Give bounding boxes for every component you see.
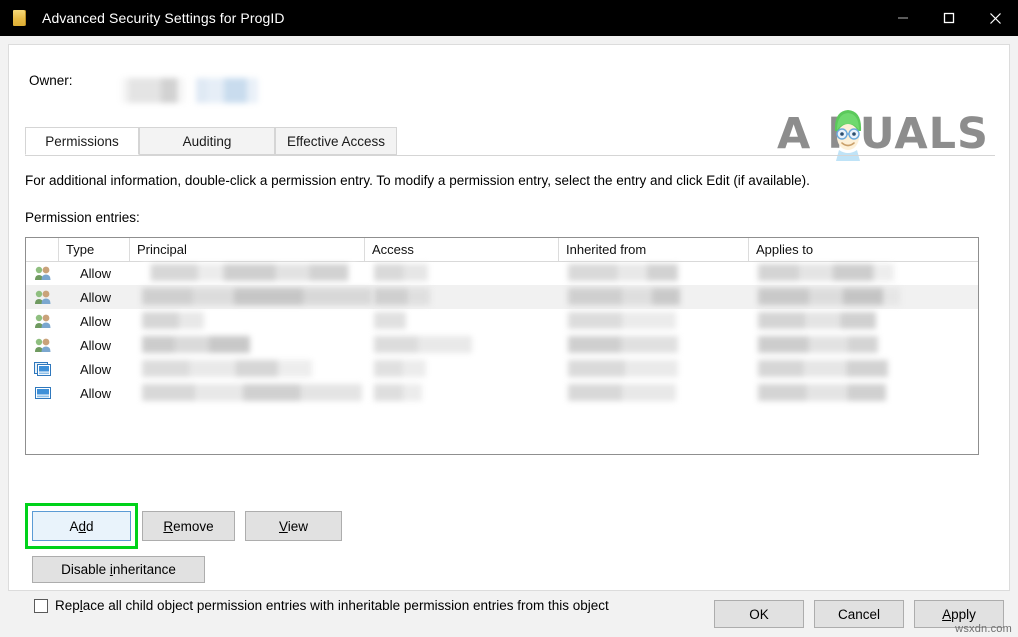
row-type-value: Allow [80,313,112,329]
row-access-redacted [374,360,426,377]
row-type-value: Allow [80,337,112,353]
row-applies-redacted [758,384,886,401]
row-inherited-redacted [568,312,676,329]
row-access-redacted [374,336,472,353]
owner-value-redacted [122,78,185,103]
replace-child-permissions-checkbox[interactable] [34,598,48,613]
row-access-redacted [374,312,406,329]
computer-stack-icon [34,362,51,376]
replace-child-permissions-row[interactable]: Replace all child object permission entr… [34,598,609,613]
computer-icon [35,387,51,399]
info-text: For additional information, double-click… [25,173,810,188]
tab-permissions-label: Permissions [45,133,119,149]
row-principal-redacted [142,288,372,305]
owner-label: Owner: [29,73,73,88]
table-row[interactable]: Allow [26,381,978,405]
row-applies-redacted [758,288,900,305]
advanced-security-dialog: Owner: A PUALS Permissions Auditing Effe… [8,44,1010,613]
row-type-value: Allow [80,385,112,401]
table-row[interactable]: Allow [26,285,978,309]
row-inherited-redacted [568,264,678,281]
close-icon[interactable] [972,0,1018,36]
users-group-icon [35,338,51,352]
permission-entries-table[interactable]: Type Principal Access Inherited from App… [25,237,979,455]
users-group-icon [35,266,51,280]
row-applies-redacted [758,336,878,353]
users-group-icon [35,314,51,328]
permission-entries-label: Permission entries: [25,210,140,225]
view-button-label: View [278,518,309,534]
remove-button[interactable]: Remove [142,511,235,541]
disable-inheritance-button[interactable]: Disable inheritance [32,556,205,583]
table-header-row: Type Principal Access Inherited from App… [26,238,978,262]
ok-button[interactable]: OK [714,600,804,628]
row-principal-redacted [142,360,312,377]
add-button-label: Add [69,518,94,534]
window-title: Advanced Security Settings for ProgID [42,10,285,26]
column-header-icon[interactable] [26,238,58,261]
table-row[interactable]: Allow [26,357,978,381]
minimize-icon[interactable] [880,0,926,36]
row-inherited-redacted [568,336,678,353]
tab-strip: Permissions Auditing Effective Access [25,127,995,156]
row-type-value: Allow [80,265,112,281]
users-group-icon [35,290,51,304]
column-header-applies-to[interactable]: Applies to [748,238,978,261]
site-watermark: wsxdn.com [955,623,1012,635]
row-type-value: Allow [80,289,112,305]
column-header-principal[interactable]: Principal [129,238,364,261]
table-row[interactable]: Allow [26,261,978,285]
row-applies-redacted [758,312,876,329]
row-access-redacted [374,384,422,401]
row-applies-redacted [758,360,888,377]
owner-change-link-redacted[interactable] [196,78,258,103]
disable-inheritance-label: Disable inheritance [61,562,176,577]
row-access-redacted [374,264,428,281]
row-access-redacted [374,288,430,305]
row-type-value: Allow [80,361,112,377]
table-row[interactable]: Allow [26,333,978,357]
tab-effective-access-label: Effective Access [286,133,386,149]
column-header-type[interactable]: Type [58,238,129,261]
apply-button-label: Apply [942,606,976,622]
column-header-inherited-from[interactable]: Inherited from [558,238,748,261]
ok-button-label: OK [749,606,769,622]
tab-permissions[interactable]: Permissions [25,127,139,155]
maximize-icon[interactable] [926,0,972,36]
row-applies-redacted [758,264,894,281]
cancel-button[interactable]: Cancel [814,600,904,628]
tab-effective-access[interactable]: Effective Access [275,127,397,155]
row-principal-redacted [142,312,204,329]
replace-child-permissions-label: Replace all child object permission entr… [55,598,609,613]
row-principal-redacted [142,336,250,353]
remove-button-label: Remove [163,518,214,534]
view-button[interactable]: View [245,511,342,541]
row-principal-redacted [142,264,357,281]
tab-auditing[interactable]: Auditing [139,127,275,155]
window-controls [880,0,1018,36]
cancel-button-label: Cancel [837,606,881,622]
title-bar: Advanced Security Settings for ProgID [0,0,1018,36]
add-button[interactable]: Add [32,511,131,541]
table-row[interactable]: Allow [26,309,978,333]
row-inherited-redacted [568,288,680,305]
column-header-access[interactable]: Access [364,238,558,261]
tab-auditing-label: Auditing [182,133,232,149]
folder-icon [12,9,28,27]
row-inherited-redacted [568,360,678,377]
row-inherited-redacted [568,384,676,401]
row-principal-redacted [142,384,362,401]
